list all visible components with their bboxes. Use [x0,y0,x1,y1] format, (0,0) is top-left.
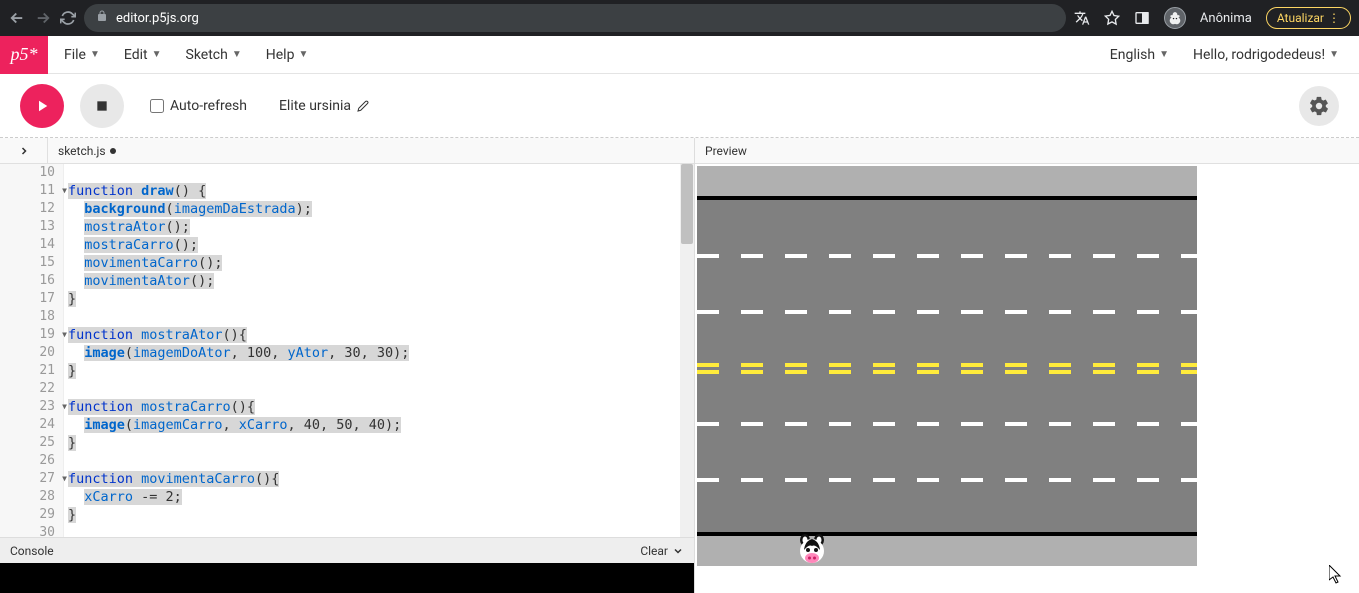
chevron-down-icon [672,545,684,557]
preview-label: Preview [695,138,1359,164]
translate-icon[interactable] [1074,10,1090,26]
forward-button[interactable] [34,9,52,27]
lane-line [697,254,1197,258]
chevron-down-icon: ▼ [152,49,162,60]
actor-sprite [797,534,827,564]
url-bar[interactable]: editor.p5js.org [84,4,1066,32]
scrollbar-thumb[interactable] [681,164,693,244]
chevron-down-icon: ▼ [90,49,100,60]
unsaved-dot-icon [110,148,116,154]
console-body[interactable] [0,563,694,593]
code-body[interactable]: function draw() { background(imagemDaEst… [64,164,680,537]
user-menu[interactable]: Hello, rodrigodedeus!▼ [1193,47,1339,63]
line-gutter: 1011121314151617181920212223242526272829… [0,164,64,537]
menu-file[interactable]: File▼ [64,47,100,63]
lane-line [697,310,1197,314]
menu-help[interactable]: Help▼ [266,47,309,63]
menu-sketch[interactable]: Sketch▼ [186,47,242,63]
pencil-icon [357,100,369,112]
lock-icon [96,10,108,26]
sketch-name[interactable]: Elite ursinia [279,98,369,114]
profile-label: Anônima [1200,11,1252,26]
p5-logo[interactable]: p5* [0,36,48,74]
toolbar: Auto-refresh Elite ursinia [0,74,1359,138]
chevron-down-icon: ▼ [232,49,242,60]
menu-bar: p5* File▼ Edit▼ Sketch▼ Help▼ English▼ H… [0,36,1359,74]
stop-button[interactable] [80,84,124,128]
code-editor[interactable]: 1011121314151617181920212223242526272829… [0,164,694,537]
update-button[interactable]: Atualizar⋮ [1266,7,1351,29]
preview-pane [695,164,1359,593]
menu-edit[interactable]: Edit▼ [124,47,162,63]
sketch-canvas[interactable] [697,166,1197,566]
kebab-icon: ⋮ [1328,11,1340,25]
center-line [697,370,1197,374]
file-tab[interactable]: sketch.js [48,144,126,158]
url-text: editor.p5js.org [116,11,199,26]
panel-icon[interactable] [1134,10,1150,26]
lane-line [697,478,1197,482]
chevron-down-icon: ▼ [298,49,308,60]
autorefresh-toggle[interactable]: Auto-refresh [150,98,247,114]
autorefresh-checkbox[interactable] [150,99,164,113]
chevron-down-icon: ▼ [1329,49,1339,60]
lane-line [697,422,1197,426]
chevron-down-icon: ▼ [1159,49,1169,60]
settings-button[interactable] [1299,86,1339,126]
reload-button[interactable] [60,10,76,26]
profile-icon[interactable] [1164,7,1186,29]
autorefresh-label: Auto-refresh [170,98,247,114]
file-tab-row: sketch.js [0,138,694,164]
sidebar-toggle[interactable] [0,138,48,164]
back-button[interactable] [8,9,26,27]
center-line [697,363,1197,367]
favorite-icon[interactable] [1104,10,1120,26]
console-label: Console [10,544,54,558]
language-select[interactable]: English▼ [1110,47,1169,63]
browser-chrome: editor.p5js.org Anônima Atualizar⋮ [0,0,1359,36]
scrollbar[interactable] [680,164,694,537]
console-clear[interactable]: Clear [640,544,684,558]
console-header[interactable]: Console Clear [0,537,694,563]
play-button[interactable] [20,84,64,128]
